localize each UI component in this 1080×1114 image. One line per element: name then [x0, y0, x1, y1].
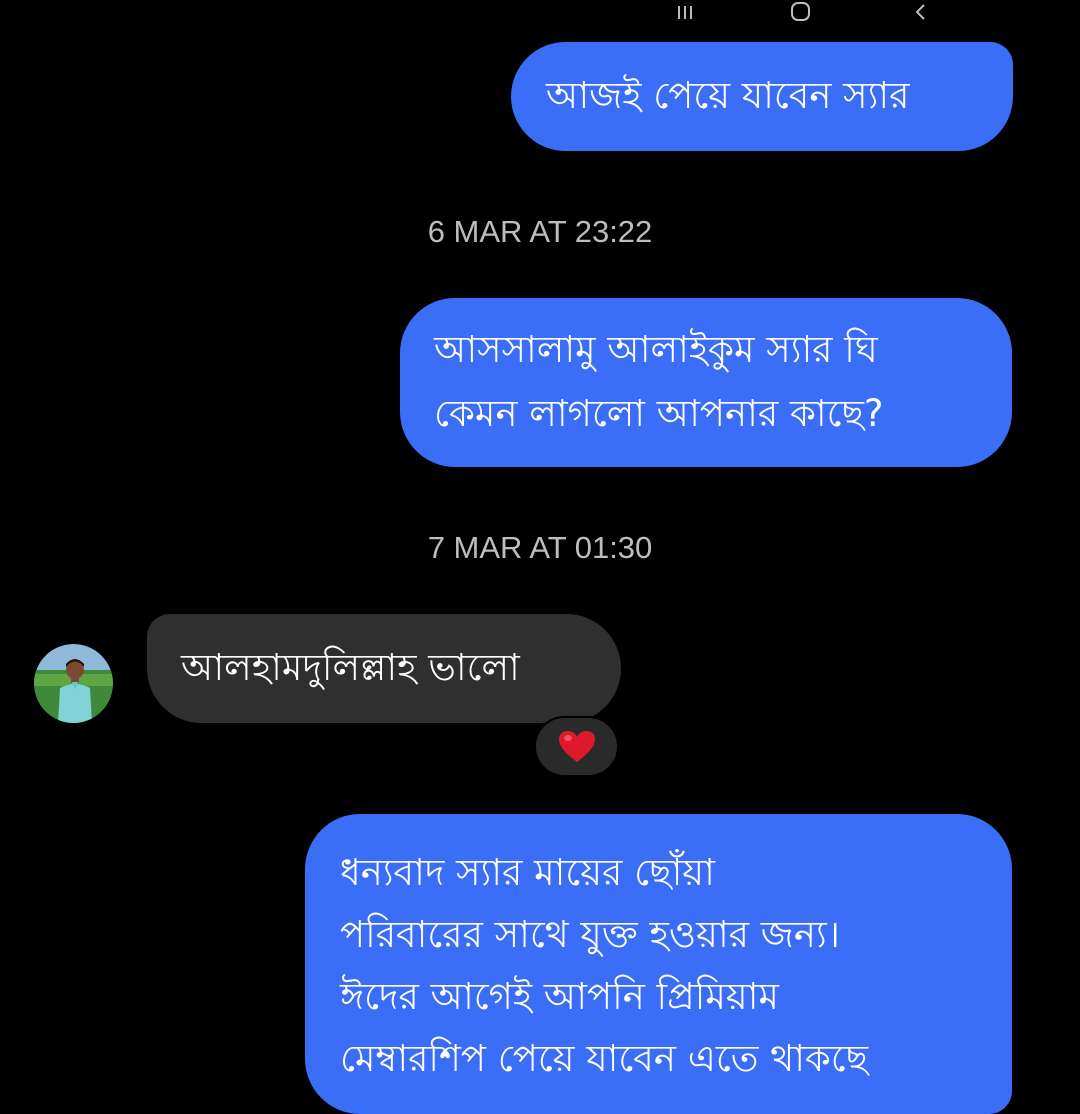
- recents-button[interactable]: [665, 0, 705, 24]
- message-text: আজই পেয়ে যাবেন স্যার: [546, 74, 910, 117]
- message-bubble-sent[interactable]: আসসালামু আলাইকুম স্যার ঘি কেমন লাগলো আপন…: [400, 298, 1012, 467]
- message-bubble-sent[interactable]: ধন্যবাদ স্যার মায়ের ছোঁয়া পরিবারের সাথ…: [305, 814, 1012, 1114]
- message-text-line: পরিবারের সাথে যুক্ত হওয়ার জন্য।: [340, 913, 840, 956]
- message-text-line: ঈদের আগেই আপনি প্রিমিয়াম: [340, 975, 779, 1018]
- back-icon: [915, 4, 925, 20]
- message-text-line: কেমন লাগলো আপনার কাছে?: [434, 392, 884, 435]
- heart-icon: [558, 730, 595, 762]
- message-text-line: মেম্বারশিপ পেয়ে যাবেন এতে থাকছে: [340, 1037, 869, 1080]
- contact-avatar[interactable]: [34, 644, 113, 723]
- message-bubble-received[interactable]: আলহামদুলিল্লাহ ভালো: [147, 614, 621, 723]
- avatar-photo: [34, 644, 113, 723]
- system-nav-bar: [0, 0, 1080, 26]
- message-text-line: আসসালামু আলাইকুম স্যার ঘি: [434, 328, 878, 371]
- recents-icon: [678, 6, 692, 19]
- timestamp: 6 MAR AT 23:22: [427, 214, 653, 249]
- back-button[interactable]: [900, 0, 940, 24]
- message-bubble-sent[interactable]: আজই পেয়ে যাবেন স্যার: [511, 42, 1013, 151]
- home-button[interactable]: [781, 0, 821, 24]
- message-text: আলহামদুলিল্লাহ ভালো: [181, 646, 520, 689]
- home-icon: [791, 2, 810, 21]
- message-reaction[interactable]: [534, 716, 619, 777]
- message-text-line: ধন্যবাদ স্যার মায়ের ছোঁয়া: [340, 851, 715, 894]
- timestamp: 7 MAR AT 01:30: [427, 530, 653, 565]
